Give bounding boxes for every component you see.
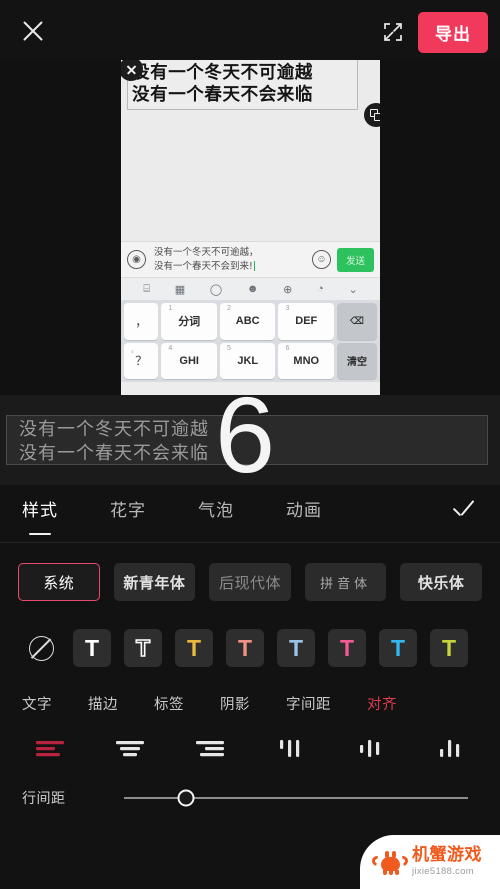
voice-toggle-icon[interactable]: ◉: [127, 250, 146, 269]
keyboard-toolbar: ⌸ ▦ ◯ ☻ ⊕ ◔ ⌄: [121, 277, 380, 300]
text-t-icon: T: [84, 634, 100, 661]
key-comma[interactable]: ，: [124, 303, 159, 340]
subtab-label[interactable]: 标签: [154, 693, 184, 714]
emoji-icon[interactable]: ☺: [311, 250, 331, 269]
font-chip-xinqingnian[interactable]: 新青年体: [113, 563, 196, 601]
text-caret: [253, 260, 255, 271]
key-backspace[interactable]: ⌫: [337, 303, 377, 340]
color-swatch-cyan[interactable]: T: [379, 629, 417, 667]
text-t-icon: T: [288, 634, 304, 661]
fullscreen-expand-icon[interactable]: [381, 20, 405, 44]
crab-logo-icon: [370, 848, 410, 876]
color-swatch-none[interactable]: [22, 629, 60, 667]
panel-tab-row: 样式 花字 气泡 动画: [0, 485, 500, 543]
grid-icon[interactable]: ▦: [162, 283, 197, 296]
key-abc[interactable]: 2 ABC: [219, 303, 276, 340]
message-line-2: 没有一个春天不会到来!: [154, 260, 253, 272]
checkmark-icon[interactable]: [448, 499, 478, 529]
chat-message-area: 没有一个冬天不可逾越 没有一个春天不会来临: [121, 49, 380, 241]
key-mno[interactable]: 6 MNO: [278, 342, 335, 379]
line-spacing-slider[interactable]: [123, 789, 468, 807]
tab-bubble[interactable]: 气泡: [198, 496, 234, 531]
export-button[interactable]: 导出: [418, 12, 488, 53]
tab-fancy-text[interactable]: 花字: [110, 496, 146, 531]
close-icon[interactable]: [18, 16, 48, 46]
editing-text-line-2: 没有一个春天不会来临: [19, 443, 209, 465]
search-icon[interactable]: ◯: [197, 283, 234, 296]
font-chip-houxiandai[interactable]: 后现代体: [209, 563, 291, 601]
top-bar: 导出: [0, 0, 500, 60]
text-overlay-box[interactable]: 没有一个冬天不可逾越 没有一个春天不会来临: [121, 57, 380, 127]
subtab-alignment[interactable]: 对齐: [367, 693, 397, 714]
align-top-vertical-icon[interactable]: [270, 732, 310, 764]
subtab-text[interactable]: 文字: [22, 693, 52, 714]
keyboard-layout-icon[interactable]: ⌸: [131, 283, 162, 296]
key-jkl[interactable]: 5 JKL: [219, 342, 276, 379]
subtab-shadow[interactable]: 阴影: [220, 693, 250, 714]
style-subtab-row: 文字 描边 标签 阴影 字间距 对齐: [0, 679, 500, 718]
font-chip-kuaile[interactable]: 快乐体: [400, 563, 482, 601]
text-t-icon: T: [135, 634, 151, 661]
subtab-stroke[interactable]: 描边: [88, 693, 118, 714]
text-t-icon: T: [390, 634, 406, 661]
text-t-icon: T: [339, 634, 355, 661]
editing-text-line-1: 没有一个冬天不可逾越: [19, 419, 209, 440]
watermark-text: 机蟹游戏 jixie5188.com: [412, 847, 482, 877]
watermark-url: jixie5188.com: [412, 866, 474, 878]
editing-text-strip: 没有一个冬天不可逾越 没有一个春天不会来临: [0, 395, 500, 485]
translate-icon[interactable]: ⊕: [271, 283, 305, 296]
key-question[interactable]: 。 ？: [124, 342, 159, 379]
send-button[interactable]: 发送: [336, 247, 374, 272]
font-chip-system[interactable]: 系统: [18, 563, 100, 601]
duplicate-handle-icon[interactable]: [364, 102, 380, 127]
message-input-field[interactable]: 没有一个冬天不可逾越， 没有一个春天不会到来!: [152, 245, 306, 274]
font-chip-row: 系统 新青年体 后现代体 拼音体 快乐体: [0, 543, 500, 611]
slider-knob[interactable]: [177, 789, 194, 807]
color-swatch-gold[interactable]: T: [175, 629, 213, 667]
color-swatch-white[interactable]: T: [73, 629, 111, 667]
align-middle-vertical-icon[interactable]: [350, 732, 390, 764]
watermark-title: 机蟹游戏: [412, 845, 482, 866]
overlay-text-line-1: 没有一个冬天不可逾越: [132, 63, 313, 83]
align-right-icon[interactable]: [190, 732, 230, 764]
align-bottom-vertical-icon[interactable]: [430, 732, 470, 764]
alignment-button-row: [0, 718, 500, 772]
style-panel: 样式 花字 气泡 动画 系统 新青年体 后现代体 拼音体 快乐体 T T T T…: [0, 485, 500, 889]
color-swatch-coral[interactable]: T: [226, 629, 264, 667]
line-spacing-row: 行间距: [0, 772, 500, 808]
line-spacing-label: 行间距: [22, 791, 66, 807]
color-swatch-pink[interactable]: T: [328, 629, 366, 667]
site-watermark: 机蟹游戏 jixie5188.com: [360, 835, 500, 889]
chevron-down-icon[interactable]: ⌄: [336, 283, 370, 296]
align-left-icon[interactable]: [30, 732, 70, 764]
text-t-icon: T: [237, 634, 253, 661]
editing-text-box[interactable]: 没有一个冬天不可逾越 没有一个春天不会来临: [6, 415, 488, 465]
key-ghi[interactable]: 4 GHI: [161, 342, 217, 379]
text-color-row: T T T T T T T T: [0, 611, 500, 679]
no-color-icon: [28, 635, 54, 661]
keyboard-grid: ， 1 分词 2 ABC 3 DEF ⌫ 。 ？ 4 GHI 5 JKL 6 M…: [121, 300, 380, 382]
tab-animation[interactable]: 动画: [286, 496, 322, 531]
font-chip-pinyin[interactable]: 拼音体: [304, 563, 387, 601]
color-swatch-light-blue[interactable]: T: [277, 629, 315, 667]
subtab-letter-spacing[interactable]: 字间距: [286, 693, 331, 714]
tab-style[interactable]: 样式: [22, 496, 58, 531]
key-clear[interactable]: 清空: [337, 342, 377, 379]
text-t-icon: T: [441, 634, 457, 661]
mic-icon[interactable]: ◔: [305, 283, 336, 295]
message-line-2-wrap: 没有一个春天不会到来!: [154, 260, 306, 274]
message-line-1: 没有一个冬天不可逾越，: [154, 246, 259, 258]
key-def[interactable]: 3 DEF: [278, 303, 335, 340]
color-swatch-outline-white[interactable]: T: [124, 629, 162, 667]
chat-input-row: ◉ 没有一个冬天不可逾越， 没有一个春天不会到来! ☺ 发送: [121, 241, 380, 277]
align-center-horizontal-icon[interactable]: [110, 732, 150, 764]
color-swatch-yellow-green[interactable]: T: [430, 629, 468, 667]
overlay-text-line-2: 没有一个春天不会来临: [132, 85, 313, 106]
key-fenci[interactable]: 1 分词: [161, 303, 217, 340]
text-t-icon: T: [186, 634, 202, 661]
video-text-editor-screen: 导出 中午12:14 ⏱ 📹 0.0K/s 🕘 📶 ⌁ ⊘ ‹ a信 •••: [0, 0, 500, 889]
emoji-icon[interactable]: ☻: [234, 283, 270, 295]
